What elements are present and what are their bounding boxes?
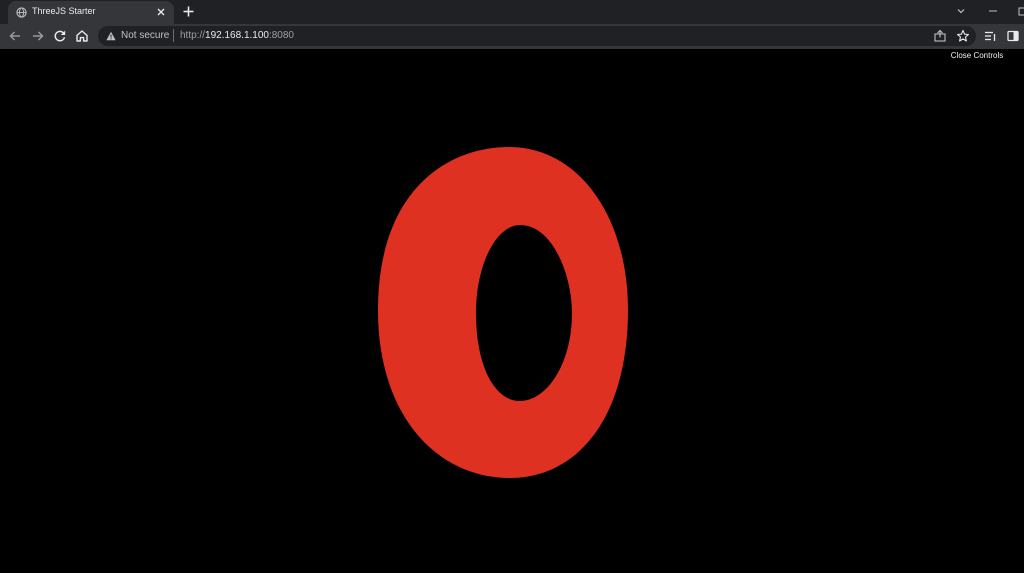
forward-arrow-icon[interactable]	[31, 29, 45, 43]
url-port: :8080	[268, 30, 294, 41]
minimize-icon[interactable]	[987, 5, 999, 17]
star-icon[interactable]	[956, 29, 970, 43]
security-label[interactable]: Not secure	[121, 30, 169, 41]
warning-icon[interactable]	[106, 31, 116, 41]
page-viewport: Close Controls	[0, 49, 1024, 573]
browser-window: ThreeJS Starter Not secure http://192.16…	[0, 0, 1024, 573]
share-icon[interactable]	[933, 29, 947, 43]
tab-threejs-starter[interactable]: ThreeJS Starter	[8, 1, 174, 24]
chevron-down-icon[interactable]	[955, 5, 967, 17]
back-arrow-icon[interactable]	[8, 29, 22, 43]
url-host: 192.168.1.100	[205, 30, 269, 41]
url-text[interactable]: http://192.168.1.100:8080	[180, 30, 294, 41]
tab-title: ThreeJS Starter	[32, 6, 96, 16]
url-scheme: http://	[180, 30, 206, 41]
restore-icon[interactable]	[1016, 5, 1024, 17]
threejs-canvas[interactable]	[0, 49, 1024, 573]
reading-list-icon[interactable]	[983, 29, 997, 43]
reload-icon[interactable]	[53, 29, 67, 43]
address-bar[interactable]: Not secure http://192.168.1.100:8080	[98, 26, 976, 46]
tab-strip: ThreeJS Starter	[0, 0, 1024, 24]
browser-toolbar: Not secure http://192.168.1.100:8080	[0, 24, 1024, 49]
globe-icon	[16, 7, 27, 18]
scene-background	[0, 49, 1024, 573]
home-icon[interactable]	[75, 29, 89, 43]
address-separator	[173, 29, 174, 42]
side-panel-icon[interactable]	[1006, 29, 1020, 43]
close-controls-button[interactable]: Close Controls	[944, 50, 1010, 61]
new-tab-icon[interactable]	[182, 5, 195, 18]
close-tab-icon[interactable]	[155, 6, 167, 18]
